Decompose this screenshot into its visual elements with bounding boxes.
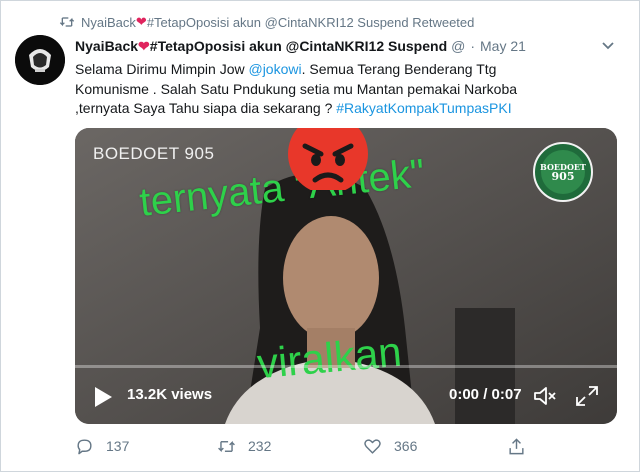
tweet-date[interactable]: May 21 bbox=[480, 38, 526, 54]
tweet-line-1: Selama Dirimu Mimpin Jow @jokowi. Semua … bbox=[75, 60, 615, 80]
avatar-emblem-icon bbox=[15, 35, 65, 85]
author-name-end: #TetapOposisi akun @CintaNKRI12 Suspend bbox=[149, 37, 448, 54]
view-count: 13.2K views bbox=[127, 386, 213, 403]
heart-emoji-icon: ❤ bbox=[135, 14, 147, 29]
channel-badge-text: BOEDOET 905 bbox=[533, 162, 593, 182]
tweet-line-3: ,ternyata Saya Tahu siapa dia sekarang ?… bbox=[75, 99, 615, 119]
video-player[interactable]: BOEDOET 905 ternyata "Antek" viralkan BO… bbox=[75, 128, 617, 424]
share-icon bbox=[509, 437, 524, 454]
badge-line-2: 905 bbox=[551, 170, 575, 183]
tweet-line-2: Komunisme . Salah Satu Pndukung setia mu… bbox=[75, 80, 518, 97]
video-controls: 13.2K views 0:00 / 0:07 bbox=[75, 368, 617, 424]
retweet-count: 232 bbox=[248, 438, 272, 454]
author-name-start: NyaiBack bbox=[75, 37, 139, 54]
retweeter-name-start: NyaiBack bbox=[81, 14, 136, 30]
like-count: 366 bbox=[394, 438, 418, 454]
reply-button[interactable]: 137 bbox=[75, 435, 129, 457]
author-handle[interactable]: @ bbox=[451, 38, 465, 54]
heart-emoji-icon: ❤ bbox=[138, 37, 150, 54]
retweeter-name-end: #TetapOposisi akun @CintaNKRI12 Suspend … bbox=[146, 14, 475, 30]
tweet-header: NyaiBack❤#TetapOposisi akun @CintaNKRI12… bbox=[75, 36, 615, 56]
video-watermark: BOEDOET 905 bbox=[93, 144, 215, 163]
author-name[interactable]: NyaiBack❤#TetapOposisi akun @CintaNKRI12… bbox=[75, 38, 447, 55]
tweet-card[interactable]: NyaiBack ❤ #TetapOposisi akun @CintaNKRI… bbox=[0, 0, 640, 472]
fullscreen-icon[interactable] bbox=[575, 385, 599, 407]
angry-face-icon bbox=[288, 128, 368, 190]
caret-down-icon[interactable] bbox=[601, 41, 615, 51]
reply-count: 137 bbox=[106, 438, 130, 454]
mention-link[interactable]: @jokowi bbox=[248, 61, 301, 77]
separator-dot: · bbox=[470, 38, 476, 54]
share-button[interactable] bbox=[507, 435, 538, 457]
hashtag-link[interactable]: #RakyatKompakTumpasPKI bbox=[336, 100, 511, 116]
retweet-icon bbox=[59, 17, 75, 27]
play-icon[interactable] bbox=[93, 386, 113, 408]
reply-icon bbox=[77, 438, 92, 454]
retweet-button[interactable]: 232 bbox=[217, 435, 271, 457]
video-time: 0:00 / 0:07 bbox=[449, 386, 522, 403]
tweet-text-segment: ,ternyata Saya Tahu siapa dia sekarang ? bbox=[75, 100, 337, 116]
retweet-icon bbox=[218, 440, 235, 452]
tweet-text-segment: . Semua Terang Benderang Ttg bbox=[301, 61, 497, 77]
tweet-text-segment: Selama Dirimu Mimpin Jow bbox=[75, 61, 249, 77]
like-icon bbox=[364, 438, 381, 454]
tweet-text: Selama Dirimu Mimpin Jow @jokowi. Semua … bbox=[75, 60, 615, 119]
tweet-actions: 137 232 366 bbox=[75, 435, 615, 457]
like-button[interactable]: 366 bbox=[363, 435, 417, 457]
retweet-context[interactable]: NyaiBack ❤ #TetapOposisi akun @CintaNKRI… bbox=[59, 13, 474, 31]
avatar[interactable] bbox=[15, 35, 65, 85]
volume-mute-icon[interactable] bbox=[533, 385, 557, 407]
